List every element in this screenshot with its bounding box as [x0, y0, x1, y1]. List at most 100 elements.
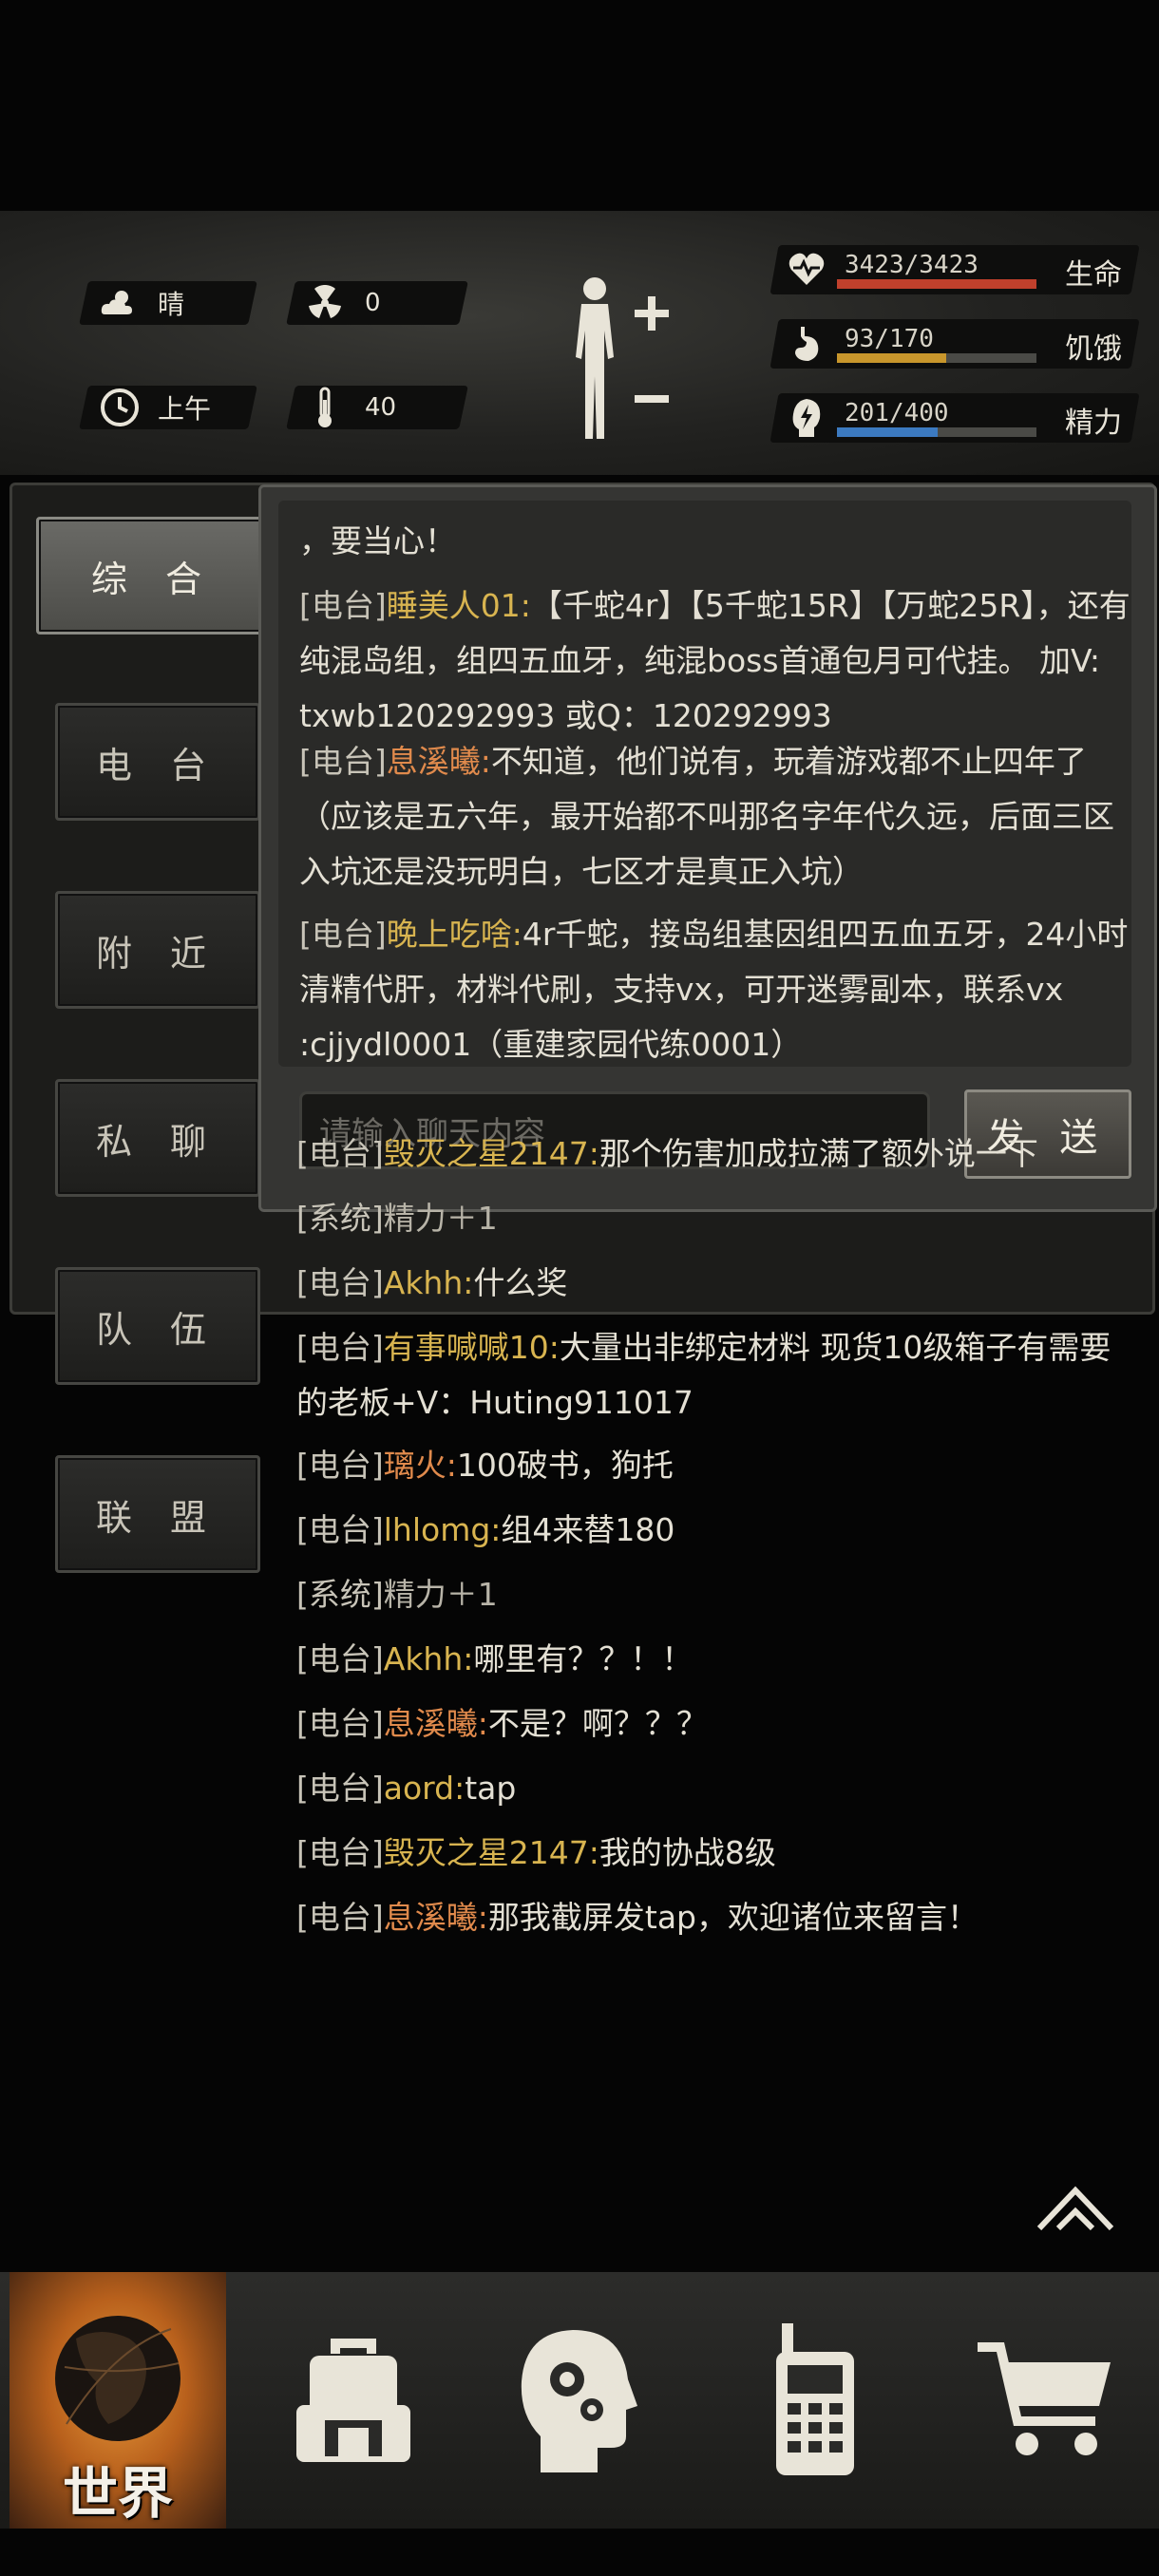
channel-tag: [电台] — [296, 1834, 384, 1871]
temperature-indicator: 40 — [286, 386, 468, 429]
chevron-up-icon — [1036, 2186, 1114, 2231]
channel-tag: [电台] — [299, 916, 387, 953]
sender-name[interactable]: 毁灭之星2147: — [384, 1135, 599, 1172]
hunger-bar — [837, 353, 1036, 363]
time-text: 上午 — [158, 393, 212, 425]
health-bar — [837, 279, 1036, 289]
nav-backpack[interactable] — [249, 2272, 458, 2529]
tab-general[interactable]: 综 合 — [36, 517, 270, 635]
brain-bolt-icon — [789, 397, 824, 439]
message-text: 精力＋1 — [383, 1200, 498, 1237]
energy-value: 201/400 — [845, 399, 949, 427]
vital-energy: 201/400 精力 — [770, 393, 1140, 443]
channel-tag: [电台] — [296, 1770, 384, 1807]
sender-name[interactable]: 息溪曦: — [384, 1705, 488, 1742]
sender-name[interactable]: lhlomg: — [384, 1511, 502, 1548]
chat-message: [电台]毁灭之星2147:我的协战8级 — [296, 1826, 1132, 1881]
health-value: 3423/3423 — [845, 251, 978, 279]
sender-name[interactable]: 璃火: — [384, 1447, 457, 1484]
nav-world-label: 世界 — [62, 2461, 173, 2526]
collapse-button[interactable] — [1036, 2181, 1115, 2234]
chat-message: [电台]睡美人01:【千蛇4r】【5千蛇15R】【万蛇25R】，还有纯混岛组，组… — [299, 578, 1131, 744]
sender-name[interactable]: Akhh: — [384, 1264, 474, 1301]
tab-private[interactable]: 私 聊 — [55, 1079, 260, 1197]
skills-head-icon — [521, 2330, 637, 2472]
character-body-button[interactable] — [560, 272, 674, 443]
stomach-icon — [791, 325, 822, 363]
chat-message: [电台]aord:tap — [296, 1761, 1132, 1816]
sender-name[interactable]: 晚上吃啥: — [387, 916, 522, 953]
shop-cart-icon — [978, 2342, 1111, 2455]
nav-skills[interactable] — [473, 2272, 682, 2529]
tab-alliance[interactable]: 联 盟 — [55, 1455, 260, 1573]
chat-message-list-lower[interactable]: [电台]毁灭之星2147:那个伤害加成拉满了额外说一下 [系统]精力＋1 [电台]A… — [296, 1127, 1132, 1981]
chat-message: [电台]有事喊喊10:大量出非绑定材料 现货10级箱子有需要的老板+V：Huti… — [296, 1320, 1132, 1430]
channel-tag: [电台] — [296, 1511, 384, 1548]
message-text: 那个伤害加成拉满了额外说一下 — [598, 1135, 1038, 1172]
bar-fill — [837, 353, 946, 363]
message-text: tap — [465, 1770, 517, 1807]
chat-message: [电台]息溪曦:不是？啊？？？ — [296, 1696, 1132, 1752]
vital-hunger: 93/170 饥饿 — [770, 319, 1140, 369]
thermometer-icon — [306, 387, 344, 428]
chat-message: [电台]息溪曦:那我截屏发tap，欢迎诸位来留言！ — [296, 1890, 1132, 1945]
weather-text: 晴 — [158, 289, 185, 320]
channel-tag: [系统] — [296, 1200, 384, 1237]
sender-name[interactable]: Akhh: — [384, 1640, 474, 1677]
channel-tag: [电台] — [296, 1329, 384, 1366]
radiation-value: 0 — [365, 289, 381, 317]
message-text: 精力＋1 — [383, 1576, 498, 1613]
vital-health: 3423/3423 生命 — [770, 245, 1140, 294]
backpack-icon — [296, 2339, 410, 2462]
chat-message: [电台]lhlomg:组4来替180 — [296, 1503, 1132, 1558]
chat-partial-line: ，要当心！ — [299, 522, 456, 559]
system-message: [系统]精力＋1 — [296, 1191, 1132, 1246]
message-text: 我的协战8级 — [598, 1834, 776, 1871]
status-bar: 晴 0 上午 40 3423/3423 生命 93/170 饥饿 201/400… — [0, 211, 1159, 475]
chat-message: [电台]Akhh:哪里有？？！！ — [296, 1632, 1132, 1687]
tab-team[interactable]: 队 伍 — [55, 1267, 260, 1385]
channel-tag: [系统] — [296, 1576, 384, 1613]
radiation-indicator: 0 — [286, 281, 468, 325]
sender-name[interactable]: 睡美人01: — [387, 587, 531, 624]
nav-radio[interactable] — [711, 2272, 920, 2529]
channel-tag: [电台] — [296, 1135, 384, 1172]
chat-message: [电台]晚上吃啥:4r千蛇，接岛组基因组四五血五牙，24小时清精代肝，材料代刷，… — [299, 907, 1131, 1067]
heart-icon — [788, 251, 826, 287]
weather-indicator: 晴 — [79, 281, 257, 325]
chat-message: [电台]毁灭之星2147:那个伤害加成拉满了额外说一下 — [296, 1127, 1132, 1182]
channel-tag: [电台] — [296, 1899, 384, 1936]
tab-nearby[interactable]: 附 近 — [55, 891, 260, 1009]
nav-world[interactable]: 世界 — [10, 2272, 226, 2529]
message-text: 那我截屏发tap，欢迎诸位来留言！ — [487, 1899, 978, 1936]
tab-radio[interactable]: 电 台 — [55, 703, 260, 821]
message-text: 100破书，狗托 — [456, 1447, 674, 1484]
bottom-navigation: 世界 — [0, 2272, 1159, 2529]
channel-tag: [电台] — [296, 1264, 384, 1301]
sender-name[interactable]: 息溪曦: — [384, 1899, 488, 1936]
channel-tag: [电台] — [296, 1447, 384, 1484]
sender-name[interactable]: aord: — [384, 1770, 465, 1807]
energy-label: 精力 — [1065, 407, 1122, 440]
time-indicator: 上午 — [79, 386, 257, 429]
sender-name[interactable]: 毁灭之星2147: — [384, 1834, 599, 1871]
nav-shop[interactable] — [940, 2272, 1150, 2529]
chat-panel: ，要当心！ [电台]睡美人01:【千蛇4r】【5千蛇15R】【万蛇25R】，还有… — [258, 484, 1157, 1212]
chat-message: [电台]璃火:100破书，狗托 — [296, 1438, 1132, 1493]
chat-message: [电台]息溪曦:不知道，他们说有，玩着游戏都不止四年了（应该是五六年，最开始都不… — [299, 734, 1131, 900]
temperature-value: 40 — [365, 393, 397, 422]
chat-message: [电台]Akhh:什么奖 — [296, 1256, 1132, 1311]
hunger-label: 饥饿 — [1065, 332, 1122, 366]
message-text: 什么奖 — [473, 1264, 568, 1301]
cloud-sun-icon — [99, 288, 141, 318]
sender-name[interactable]: 息溪曦: — [387, 743, 491, 780]
channel-tag: [电台] — [299, 743, 387, 780]
bar-fill — [837, 279, 1036, 289]
system-message: [系统]精力＋1 — [296, 1567, 1132, 1622]
bar-fill — [837, 427, 938, 437]
message-text: 不是？啊？？？ — [487, 1705, 708, 1742]
sender-name[interactable]: 有事喊喊10: — [384, 1329, 560, 1366]
hunger-value: 93/170 — [845, 325, 934, 353]
body-figure-icon — [576, 277, 669, 439]
chat-message-list[interactable]: ，要当心！ [电台]睡美人01:【千蛇4r】【5千蛇15R】【万蛇25R】，还有… — [278, 501, 1131, 1067]
